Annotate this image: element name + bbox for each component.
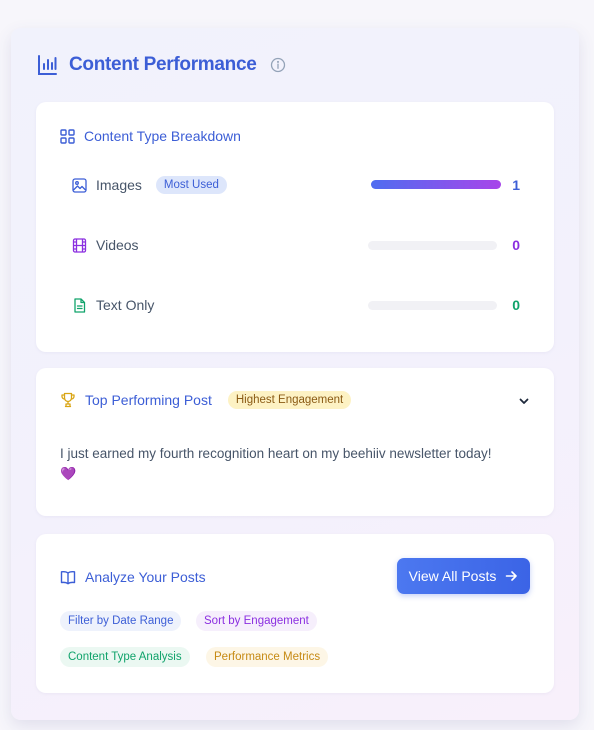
trophy-icon	[60, 392, 76, 408]
tag-sort-engagement[interactable]: Sort by Engagement	[196, 611, 317, 631]
progress-bar-text	[368, 301, 497, 310]
bar-chart-icon	[36, 54, 58, 76]
post-body: I just earned my fourth recognition hear…	[60, 446, 492, 461]
document-icon	[72, 297, 87, 313]
content-type-row-videos: Videos 0	[72, 233, 520, 257]
arrow-right-icon	[505, 570, 518, 582]
count-text: 0	[512, 297, 520, 313]
row-label-images: Images	[96, 177, 142, 193]
progress-bar-videos	[368, 241, 497, 250]
top-post-title: Top Performing Post	[85, 392, 212, 408]
analyze-title: Analyze Your Posts	[85, 569, 206, 585]
film-icon	[72, 237, 87, 253]
content-performance-panel: Content Performance Content Type Breakdo…	[11, 28, 579, 720]
count-images: 1	[512, 177, 520, 193]
content-type-row-text: Text Only 0	[72, 293, 520, 317]
purple-heart-emoji: 💜	[60, 466, 77, 481]
progress-fill-images	[371, 180, 501, 189]
analyze-header: Analyze Your Posts	[60, 569, 206, 585]
tag-content-type-analysis[interactable]: Content Type Analysis	[60, 647, 190, 667]
panel-header: Content Performance	[36, 52, 286, 78]
chevron-down-icon[interactable]	[518, 395, 530, 407]
top-performing-post-card[interactable]: Top Performing Post Highest Engagement I…	[36, 368, 554, 516]
grid-icon	[60, 128, 75, 144]
content-type-breakdown-card: Content Type Breakdown Images Most Used …	[36, 102, 554, 352]
tag-filter-date-range[interactable]: Filter by Date Range	[60, 611, 182, 631]
row-label-videos: Videos	[96, 237, 139, 253]
view-all-posts-label: View All Posts	[408, 568, 497, 584]
view-all-posts-button[interactable]: View All Posts	[397, 558, 530, 594]
page-title: Content Performance	[69, 54, 257, 75]
image-icon	[72, 177, 87, 193]
info-icon[interactable]	[270, 57, 286, 73]
breakdown-header: Content Type Breakdown	[60, 128, 241, 144]
top-post-header: Top Performing Post Highest Engagement	[60, 391, 352, 409]
count-videos: 0	[512, 237, 520, 253]
tag-performance-metrics[interactable]: Performance Metrics	[206, 647, 329, 667]
highest-engagement-badge: Highest Engagement	[227, 391, 352, 409]
top-post-text: I just earned my fourth recognition hear…	[60, 444, 530, 484]
row-label-text: Text Only	[96, 297, 155, 313]
book-icon	[60, 570, 76, 585]
most-used-badge: Most Used	[155, 176, 227, 194]
breakdown-title: Content Type Breakdown	[84, 128, 241, 144]
analyze-posts-card: Analyze Your Posts View All Posts Filter…	[36, 534, 554, 693]
progress-bar-images	[371, 180, 501, 189]
content-type-row-images: Images Most Used 1	[72, 173, 520, 197]
